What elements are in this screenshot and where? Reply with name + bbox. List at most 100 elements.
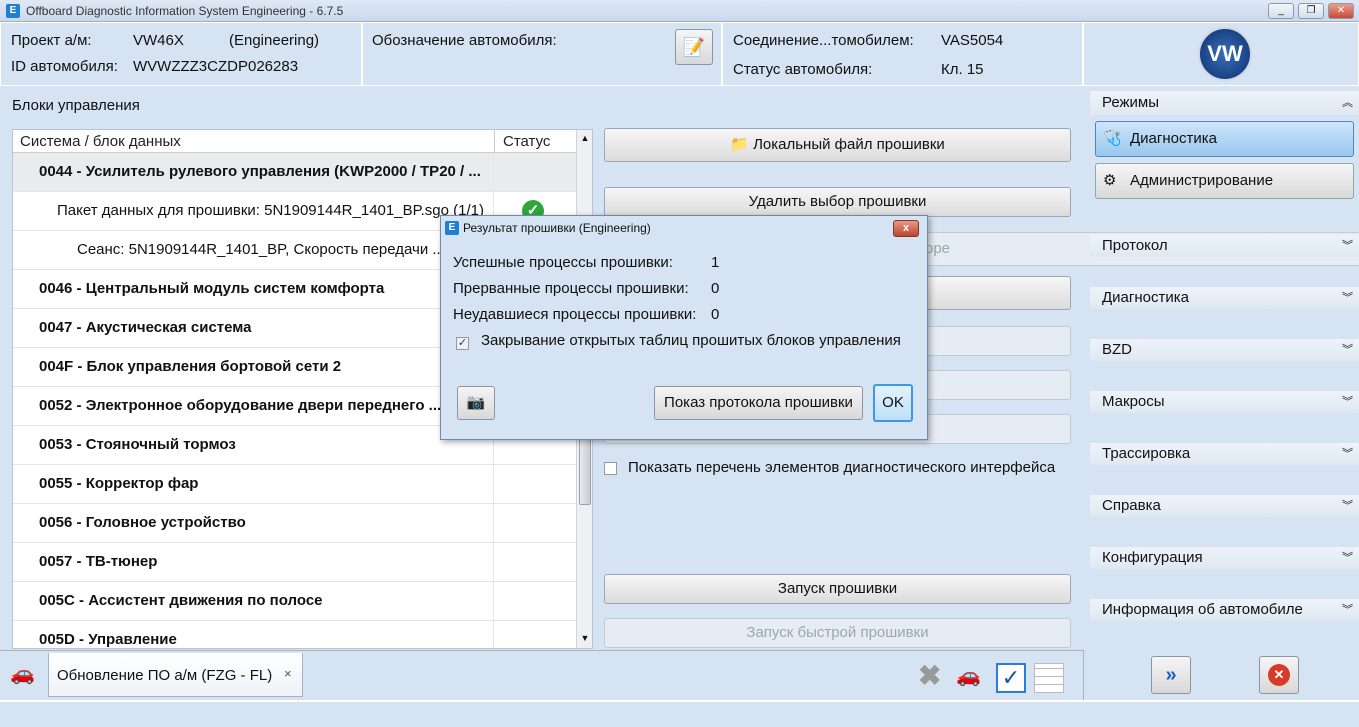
sidebar-section[interactable]: Трассировка ︾ bbox=[1090, 443, 1359, 465]
show-interface-list-checkbox[interactable] bbox=[604, 462, 617, 475]
vin-label: ID автомобиля: bbox=[11, 58, 118, 75]
grid-icon[interactable] bbox=[1034, 663, 1064, 693]
screenshot-button[interactable]: 📷 bbox=[457, 386, 495, 420]
chevron-down-icon: ︾ bbox=[1342, 604, 1353, 616]
title-bar: E Offboard Diagnostic Information System… bbox=[0, 0, 1359, 22]
section-label: Макросы bbox=[1102, 393, 1165, 410]
col-status-header[interactable]: Статус bbox=[494, 130, 558, 153]
section-label: BZD bbox=[1102, 341, 1132, 358]
connection-panel: Соединение...томобилем: VAS5054 Статус а… bbox=[722, 22, 1083, 86]
failed-value: 0 bbox=[711, 306, 720, 323]
aborted-label: Прерванные процессы прошивки: bbox=[453, 280, 689, 297]
vehicle-icon[interactable]: 🚗 bbox=[956, 663, 981, 688]
chevron-down-icon: ︾ bbox=[1342, 448, 1353, 460]
row-label: 004F - Блок управления бортовой сети 2 bbox=[13, 348, 494, 387]
logo-text: VW bbox=[1207, 41, 1243, 66]
folder-icon: 📁 bbox=[730, 136, 749, 153]
diagnostics-label: Диагностика bbox=[1130, 130, 1217, 147]
row-label: 0044 - Усилитель рулевого управления (KW… bbox=[13, 153, 494, 192]
row-label: 005C - Ассистент движения по полосе bbox=[13, 582, 494, 621]
chevron-down-icon: ︾ bbox=[1342, 500, 1353, 512]
sidebar-section[interactable]: Информация об автомобиле ︾ bbox=[1090, 599, 1359, 621]
aborted-value: 0 bbox=[711, 280, 720, 297]
table-row[interactable]: 0057 - ТВ-тюнер bbox=[13, 543, 576, 582]
tab-firmware-update[interactable]: Обновление ПО а/м (FZG - FL) × bbox=[48, 653, 303, 697]
dialog-title: Результат прошивки (Engineering) bbox=[463, 221, 651, 235]
table-row[interactable]: 0055 - Корректор фар bbox=[13, 465, 576, 504]
close-tables-label: Закрывание открытых таблиц прошитых блок… bbox=[481, 332, 901, 349]
close-window-button[interactable]: ✕ bbox=[1328, 3, 1354, 19]
sidebar-section[interactable]: Протокол ︾ bbox=[1090, 235, 1359, 257]
vehicle-status-value: Кл. 15 bbox=[941, 61, 984, 78]
project-mode: (Engineering) bbox=[229, 32, 320, 49]
local-file-label: Локальный файл прошивки bbox=[753, 136, 945, 153]
row-label: 0047 - Акустическая система bbox=[13, 309, 494, 348]
bottom-right-controls: » ✕ bbox=[1083, 650, 1359, 700]
sidebar-section[interactable]: Конфигурация ︾ bbox=[1090, 547, 1359, 569]
row-label: Сеанс: 5N1909144R_1401_BP, Скорость пере… bbox=[13, 231, 494, 270]
section-label: Справка bbox=[1102, 497, 1161, 514]
table-row[interactable]: 0056 - Головное устройство bbox=[13, 504, 576, 543]
start-flash-button[interactable]: Запуск прошивки bbox=[604, 574, 1071, 604]
success-value: 1 bbox=[711, 254, 720, 271]
row-label: 0055 - Корректор фар bbox=[13, 465, 494, 504]
table-header: Система / блок данных Статус bbox=[13, 130, 576, 153]
sidebar-section[interactable]: BZD ︾ bbox=[1090, 339, 1359, 361]
window-title: Offboard Diagnostic Information System E… bbox=[26, 4, 344, 18]
double-chevron-right-icon: » bbox=[1165, 664, 1177, 686]
exit-button[interactable]: ✕ bbox=[1259, 656, 1299, 694]
start-fast-flash-button[interactable]: Запуск быстрой прошивки bbox=[604, 618, 1071, 648]
tools-disabled-icon[interactable]: ✖ bbox=[918, 659, 941, 692]
row-label: 0053 - Стояночный тормоз bbox=[13, 426, 494, 465]
sidebar-modes-header[interactable]: Режимы ︽ bbox=[1090, 91, 1359, 115]
show-protocol-button[interactable]: Показ протокола прошивки bbox=[654, 386, 863, 420]
close-circle-icon: ✕ bbox=[1268, 664, 1290, 686]
section-label: Информация об автомобиле bbox=[1102, 601, 1303, 618]
sidebar-admin-button[interactable]: ⚙ Администрирование bbox=[1095, 163, 1354, 199]
checklist-icon[interactable]: ✓ bbox=[996, 663, 1026, 693]
restore-button[interactable]: ❐ bbox=[1298, 3, 1324, 19]
row-label: 005D - Управление bbox=[13, 621, 494, 648]
table-row[interactable]: 0044 - Усилитель рулевого управления (KW… bbox=[13, 153, 576, 192]
sidebar-section[interactable]: Справка ︾ bbox=[1090, 495, 1359, 517]
scroll-down-arrow[interactable]: ▼ bbox=[577, 630, 592, 646]
flash-result-dialog: E Результат прошивки (Engineering) x Усп… bbox=[440, 215, 928, 440]
close-tables-checkbox[interactable]: ✓ bbox=[456, 337, 469, 350]
dialog-titlebar: E Результат прошивки (Engineering) x bbox=[441, 216, 927, 240]
table-row[interactable]: 005D - Управление bbox=[13, 621, 576, 648]
show-interface-list-label: Показать перечень элементов диагностичес… bbox=[628, 459, 1056, 476]
logo-panel: VW bbox=[1083, 22, 1359, 86]
chevron-down-icon: ︾ bbox=[1342, 396, 1353, 408]
chevron-down-icon: ︾ bbox=[1342, 552, 1353, 564]
tab-close-icon[interactable]: × bbox=[284, 666, 292, 681]
sidebar-diagnostics-button[interactable]: 🩺 Диагностика bbox=[1095, 121, 1354, 157]
row-label: 0056 - Головное устройство bbox=[13, 504, 494, 543]
vin-value: WVWZZZ3CZDP026283 bbox=[133, 58, 299, 75]
section-label: Конфигурация bbox=[1102, 549, 1203, 566]
row-label: 0052 - Электронное оборудование двери пе… bbox=[13, 387, 494, 426]
dialog-close-button[interactable]: x bbox=[893, 220, 919, 237]
minimize-button[interactable]: _ bbox=[1268, 3, 1294, 19]
table-row[interactable]: 005C - Ассистент движения по полосе bbox=[13, 582, 576, 621]
vw-logo: VW bbox=[1198, 27, 1252, 81]
forward-button[interactable]: » bbox=[1151, 656, 1191, 694]
edit-notepad-button[interactable]: 📝 bbox=[675, 29, 713, 65]
sidebar-section[interactable]: Макросы ︾ bbox=[1090, 391, 1359, 413]
car-icon: 🚗 bbox=[10, 663, 35, 685]
sidebar-section[interactable]: Диагностика ︾ bbox=[1090, 287, 1359, 309]
local-firmware-file-button[interactable]: 📁 Локальный файл прошивки bbox=[604, 128, 1071, 162]
row-label: 0046 - Центральный модуль систем комфорт… bbox=[13, 270, 494, 309]
failed-label: Неудавшиеся процессы прошивки: bbox=[453, 306, 697, 323]
row-label: 0057 - ТВ-тюнер bbox=[13, 543, 494, 582]
notepad-icon: 📝 bbox=[682, 37, 706, 57]
scroll-up-arrow[interactable]: ▲ bbox=[577, 130, 592, 146]
success-label: Успешные процессы прошивки: bbox=[453, 254, 673, 271]
project-label: Проект а/м: bbox=[11, 32, 92, 49]
delete-selection-button[interactable]: Удалить выбор прошивки bbox=[604, 187, 1071, 217]
ok-button[interactable]: OK bbox=[873, 384, 913, 422]
section-label: Протокол bbox=[1102, 237, 1168, 254]
col-system-header[interactable]: Система / блок данных bbox=[20, 133, 181, 150]
modes-label: Режимы bbox=[1102, 94, 1160, 111]
vehicle-status-label: Статус автомобиля: bbox=[733, 61, 873, 78]
section-label: Диагностика bbox=[1102, 289, 1189, 306]
